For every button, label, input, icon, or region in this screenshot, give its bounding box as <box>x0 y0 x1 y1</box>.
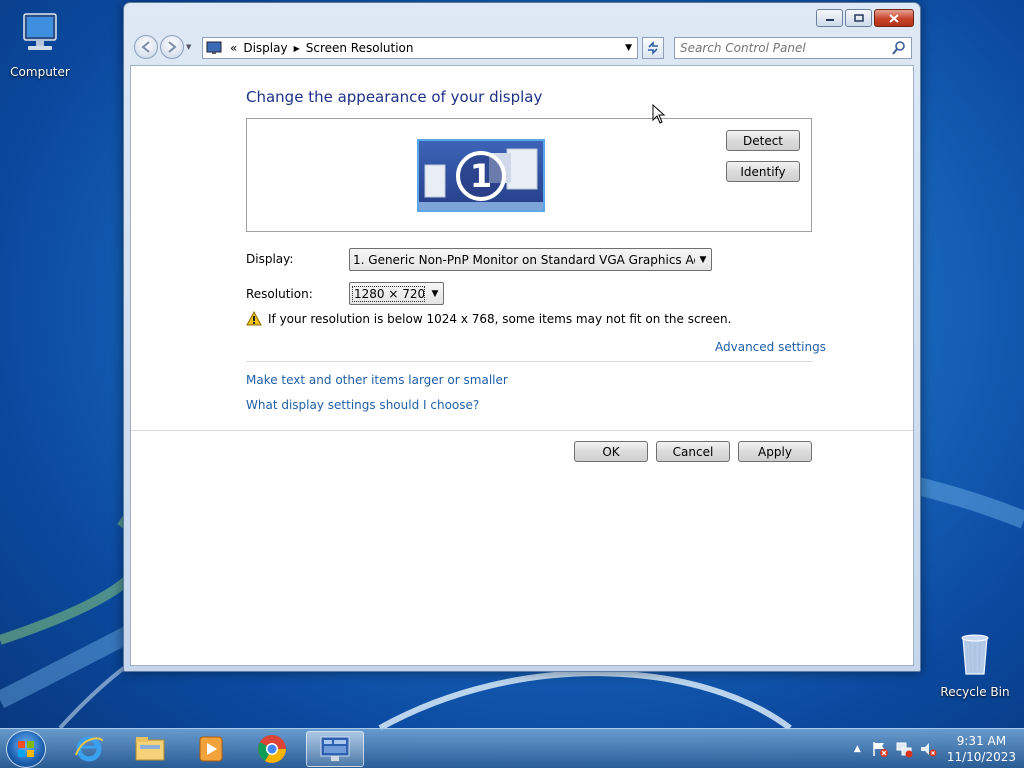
warning-icon <box>246 311 262 326</box>
address-dropdown-arrow-icon[interactable]: ▼ <box>625 43 632 53</box>
maximize-icon <box>853 14 864 22</box>
display-preview-panel: 1 Detect Identify <box>246 118 812 232</box>
resolution-select-value: 1280 × 720 <box>352 285 425 302</box>
identify-button[interactable]: Identify <box>726 161 800 182</box>
ok-button[interactable]: OK <box>574 441 648 462</box>
internet-explorer-icon <box>75 736 103 762</box>
refresh-icon <box>648 41 658 55</box>
folder-icon <box>135 737 165 761</box>
resolution-select[interactable]: 1280 × 720 ▼ <box>349 282 444 305</box>
content-area: Change the appearance of your display 1 … <box>130 65 914 666</box>
desktop-icon-label: Recycle Bin <box>940 685 1010 699</box>
monitor-number-badge: 1 <box>456 151 506 201</box>
monitor-1-thumbnail[interactable]: 1 <box>417 139 545 212</box>
apply-button[interactable]: Apply <box>738 441 812 462</box>
action-center-icon[interactable] <box>871 740 889 758</box>
taskbar-item-media-player[interactable] <box>182 731 240 767</box>
recycle-bin-icon <box>961 634 989 675</box>
resolution-label: Resolution: <box>246 287 313 301</box>
detect-button[interactable]: Detect <box>726 130 800 151</box>
back-arrow-icon <box>141 41 150 53</box>
dropdown-arrow-icon: ▼ <box>431 288 439 299</box>
divider <box>246 361 812 362</box>
page-title: Change the appearance of your display <box>246 88 543 106</box>
taskbar-item-screen-resolution[interactable] <box>306 731 364 767</box>
start-button[interactable] <box>6 730 46 768</box>
refresh-button[interactable] <box>642 37 664 59</box>
advanced-settings-link[interactable]: Advanced settings <box>715 340 826 354</box>
taskbar-item-chrome[interactable] <box>243 731 301 767</box>
display-settings-icon <box>320 736 350 761</box>
breadcrumb-display[interactable]: Display <box>243 41 287 55</box>
volume-muted-icon[interactable] <box>919 740 937 758</box>
taskbar: ▲ 9:31 AM 11/10/2023 <box>0 728 1024 768</box>
address-bar[interactable]: « Display ▶ Screen Resolution ▼ <box>202 37 638 59</box>
display-settings-help-link[interactable]: What display settings should I choose? <box>246 398 479 412</box>
mouse-cursor-icon <box>652 104 666 124</box>
cancel-button[interactable]: Cancel <box>656 441 730 462</box>
clock-date: 11/10/2023 <box>946 750 1016 764</box>
desktop-icon-computer[interactable]: Computer <box>0 10 80 79</box>
address-chevron[interactable]: « <box>230 41 237 55</box>
display-select-value: 1. Generic Non-PnP Monitor on Standard V… <box>353 252 695 267</box>
close-button[interactable] <box>874 9 914 27</box>
display-label: Display: <box>246 252 294 266</box>
control-panel-icon <box>206 41 222 54</box>
media-player-icon <box>199 736 223 762</box>
back-button[interactable] <box>134 35 158 59</box>
clock[interactable]: 9:31 AM 11/10/2023 <box>947 733 1016 765</box>
breadcrumb-separator-icon: ▶ <box>293 43 300 53</box>
dropdown-arrow-icon: ▼ <box>699 254 707 265</box>
minimize-icon <box>825 19 834 21</box>
taskbar-item-windows-explorer[interactable] <box>121 731 179 767</box>
text-size-link[interactable]: Make text and other items larger or smal… <box>246 373 508 387</box>
display-select[interactable]: 1. Generic Non-PnP Monitor on Standard V… <box>349 248 712 271</box>
search-box[interactable] <box>674 37 912 59</box>
chrome-icon <box>258 735 286 763</box>
network-icon[interactable] <box>895 740 913 758</box>
screen-resolution-window: ▼ « Display ▶ Screen Resolution ▼ Change… <box>123 2 921 672</box>
minimize-button[interactable] <box>816 9 843 27</box>
resolution-warning-text: If your resolution is below 1024 x 768, … <box>268 312 732 326</box>
system-tray: ▲ 9:31 AM 11/10/2023 <box>854 729 1016 768</box>
computer-icon <box>23 13 57 50</box>
taskbar-item-internet-explorer[interactable] <box>60 731 118 767</box>
navigation-bar: ▼ « Display ▶ Screen Resolution ▼ <box>130 33 914 61</box>
desktop-icon-label: Computer <box>10 65 70 79</box>
windows-logo-icon <box>18 741 34 757</box>
close-icon <box>889 13 899 23</box>
maximize-button[interactable] <box>845 9 872 27</box>
recent-pages-dropdown[interactable]: ▼ <box>186 43 196 53</box>
desktop-icon-recycle-bin[interactable]: Recycle Bin <box>935 630 1015 699</box>
caption-buttons <box>816 9 914 27</box>
search-icon[interactable] <box>891 40 907 56</box>
breadcrumb-screen-resolution[interactable]: Screen Resolution <box>306 41 414 55</box>
forward-button[interactable] <box>160 35 184 59</box>
clock-time: 9:31 AM <box>956 734 1007 748</box>
search-input[interactable] <box>675 41 891 55</box>
footer-divider <box>131 430 913 431</box>
monitor-number: 1 <box>469 157 493 195</box>
show-hidden-icons-arrow-icon[interactable]: ▲ <box>854 744 861 754</box>
forward-arrow-icon <box>168 41 177 53</box>
